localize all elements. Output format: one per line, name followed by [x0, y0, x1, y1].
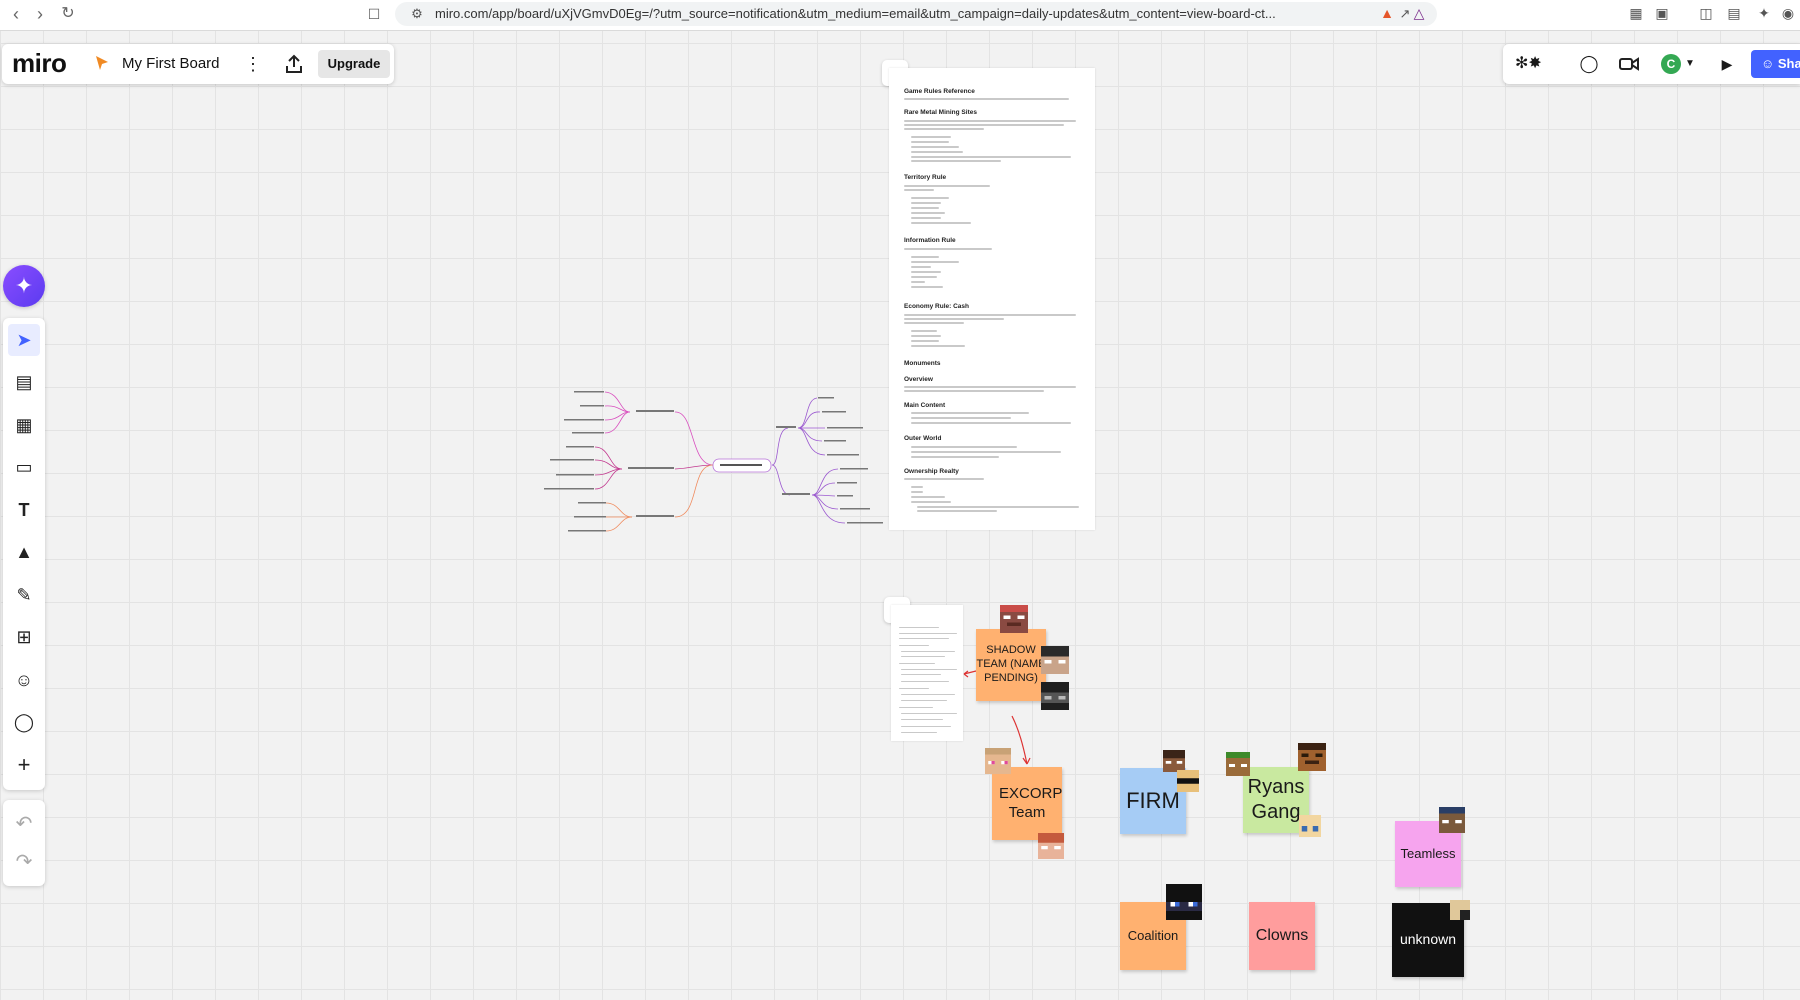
sticky-note-shadow-team[interactable]: SHADOW TEAM (NAME PENDING)	[976, 629, 1046, 701]
sticky-note-clowns[interactable]: Clowns	[1249, 902, 1315, 970]
player-avatar-image[interactable]	[1226, 752, 1250, 776]
player-avatar-image[interactable]	[1041, 682, 1069, 710]
export-icon[interactable]	[282, 52, 306, 76]
doc-section-heading: Information Rule	[904, 237, 956, 244]
player-avatar-image[interactable]	[1450, 900, 1470, 920]
small-document[interactable]	[891, 605, 963, 741]
leo-ai-icon[interactable]: ✦	[1754, 3, 1774, 23]
player-avatar-image[interactable]	[1439, 807, 1465, 833]
redo-icon[interactable]: ↷	[8, 846, 40, 878]
forward-icon[interactable]: ›	[28, 2, 52, 26]
templates-icon[interactable]: ▦	[8, 409, 40, 441]
present-icon[interactable]: ▶	[1715, 52, 1739, 76]
player-avatar-image[interactable]	[1041, 646, 1069, 674]
collaboration-bar: ✻✸ ◯ C ▼ ▶ ☺ Share	[1503, 44, 1800, 84]
doc-section-heading: Rare Metal Mining Sites	[904, 109, 977, 116]
share-user-icon: ☺	[1761, 56, 1778, 71]
video-call-icon[interactable]	[1617, 52, 1641, 76]
user-avatar[interactable]: C	[1661, 54, 1681, 74]
sticky-text: SHADOW TEAM (NAME PENDING)	[976, 644, 1046, 684]
doc-section-heading: Overview	[904, 376, 933, 383]
address-bar[interactable]: ⚙ miro.com/app/board/uXjVGmvD0Eg=/?utm_s…	[395, 2, 1437, 26]
pen-icon[interactable]: ✎	[8, 579, 40, 611]
board-title[interactable]: My First Board	[122, 55, 220, 72]
vpn-icon[interactable]: ◉	[1778, 3, 1798, 23]
undo-icon[interactable]: ↶	[8, 808, 40, 840]
brave-rewards-icon[interactable]: △	[1409, 3, 1429, 23]
mind-map[interactable]	[540, 385, 885, 535]
doc-section-heading: Territory Rule	[904, 174, 947, 181]
stickers-icon[interactable]: ☺	[8, 664, 40, 696]
sticky-text: Teamless	[1400, 845, 1456, 861]
brave-shield-icon[interactable]: ▲	[1377, 3, 1397, 23]
player-avatar-image[interactable]	[985, 748, 1011, 774]
creation-toolbar: ➤ ▤ ▦ ▭ T ▲ ✎ ⊞ ☺ ◯ +	[3, 318, 45, 790]
sticky-note-icon[interactable]: ▭	[8, 451, 40, 483]
player-avatar-image[interactable]	[1000, 605, 1028, 633]
chevron-down-icon[interactable]: ▼	[1685, 54, 1699, 74]
player-avatar-image[interactable]	[1299, 815, 1321, 837]
miro-logo[interactable]: miro	[12, 48, 67, 79]
doc-title: Game Rules Reference	[904, 88, 975, 95]
sticky-note-excorp[interactable]: EXCORP Team	[992, 767, 1062, 840]
reload-icon[interactable]: ↻	[56, 2, 80, 26]
player-avatar-image[interactable]	[1166, 884, 1202, 920]
ai-assist-icon[interactable]: ✦	[3, 265, 45, 307]
back-icon[interactable]: ‹	[4, 2, 28, 26]
chat-icon[interactable]: ◯	[1577, 52, 1601, 76]
sticky-text: Clowns	[1255, 927, 1309, 944]
player-avatar-image[interactable]	[1298, 743, 1326, 771]
reactions-icon[interactable]: ✻✸	[1515, 52, 1559, 76]
player-avatar-image[interactable]	[1038, 833, 1064, 859]
comment-icon[interactable]: ◯	[8, 706, 40, 738]
doc-section-heading: Monuments	[904, 360, 941, 367]
browser-bar: ‹ › ↻ ☐ ⚙ miro.com/app/board/uXjVGmvD0Eg…	[0, 0, 1800, 31]
share-label: Share	[1777, 56, 1800, 71]
extensions-icon[interactable]: ▦	[1626, 3, 1646, 23]
sticky-text: Coalition	[1127, 927, 1179, 943]
site-settings-icon[interactable]: ⚙	[407, 2, 427, 26]
player-avatar-image[interactable]	[1177, 770, 1199, 792]
player-avatar-image[interactable]	[1163, 750, 1185, 772]
doc-section-heading: Main Content	[904, 402, 946, 409]
select-icon[interactable]: ➤	[8, 324, 40, 356]
upgrade-button[interactable]: Upgrade	[318, 50, 390, 78]
docs-icon[interactable]: ▤	[8, 366, 40, 398]
board-icon	[94, 54, 110, 72]
undo-redo-panel: ↶ ↷	[3, 800, 45, 886]
doc-section-heading: Economy Rule: Cash	[904, 303, 970, 310]
share-button[interactable]: ☺ Share	[1751, 50, 1800, 78]
wallet-icon[interactable]: ▤	[1724, 3, 1744, 23]
rules-document[interactable]: Game Rules Reference Rare Metal Mining S…	[889, 68, 1095, 530]
shapes-icon[interactable]: ▲	[8, 536, 40, 568]
bookmark-icon[interactable]: ☐	[362, 2, 386, 26]
more-options-icon[interactable]: ⋮	[244, 52, 262, 76]
sidebar-icon[interactable]: ◫	[1696, 3, 1716, 23]
board-header: miro My First Board ⋮ Upgrade	[2, 44, 394, 84]
sticky-text: EXCORP Team	[999, 784, 1063, 821]
doc-section-heading: Ownership Realty	[904, 468, 959, 475]
add-more-icon[interactable]: +	[8, 749, 40, 781]
screenshot-icon[interactable]: ▣	[1652, 3, 1672, 23]
frame-icon[interactable]: ⊞	[8, 621, 40, 653]
url-text: miro.com/app/board/uXjVGmvD0Eg=/?utm_sou…	[435, 6, 1276, 21]
sticky-text: FIRM	[1126, 788, 1180, 814]
text-icon[interactable]: T	[8, 494, 40, 526]
sticky-text: unknown	[1399, 931, 1457, 948]
doc-section-heading: Outer World	[904, 435, 942, 442]
